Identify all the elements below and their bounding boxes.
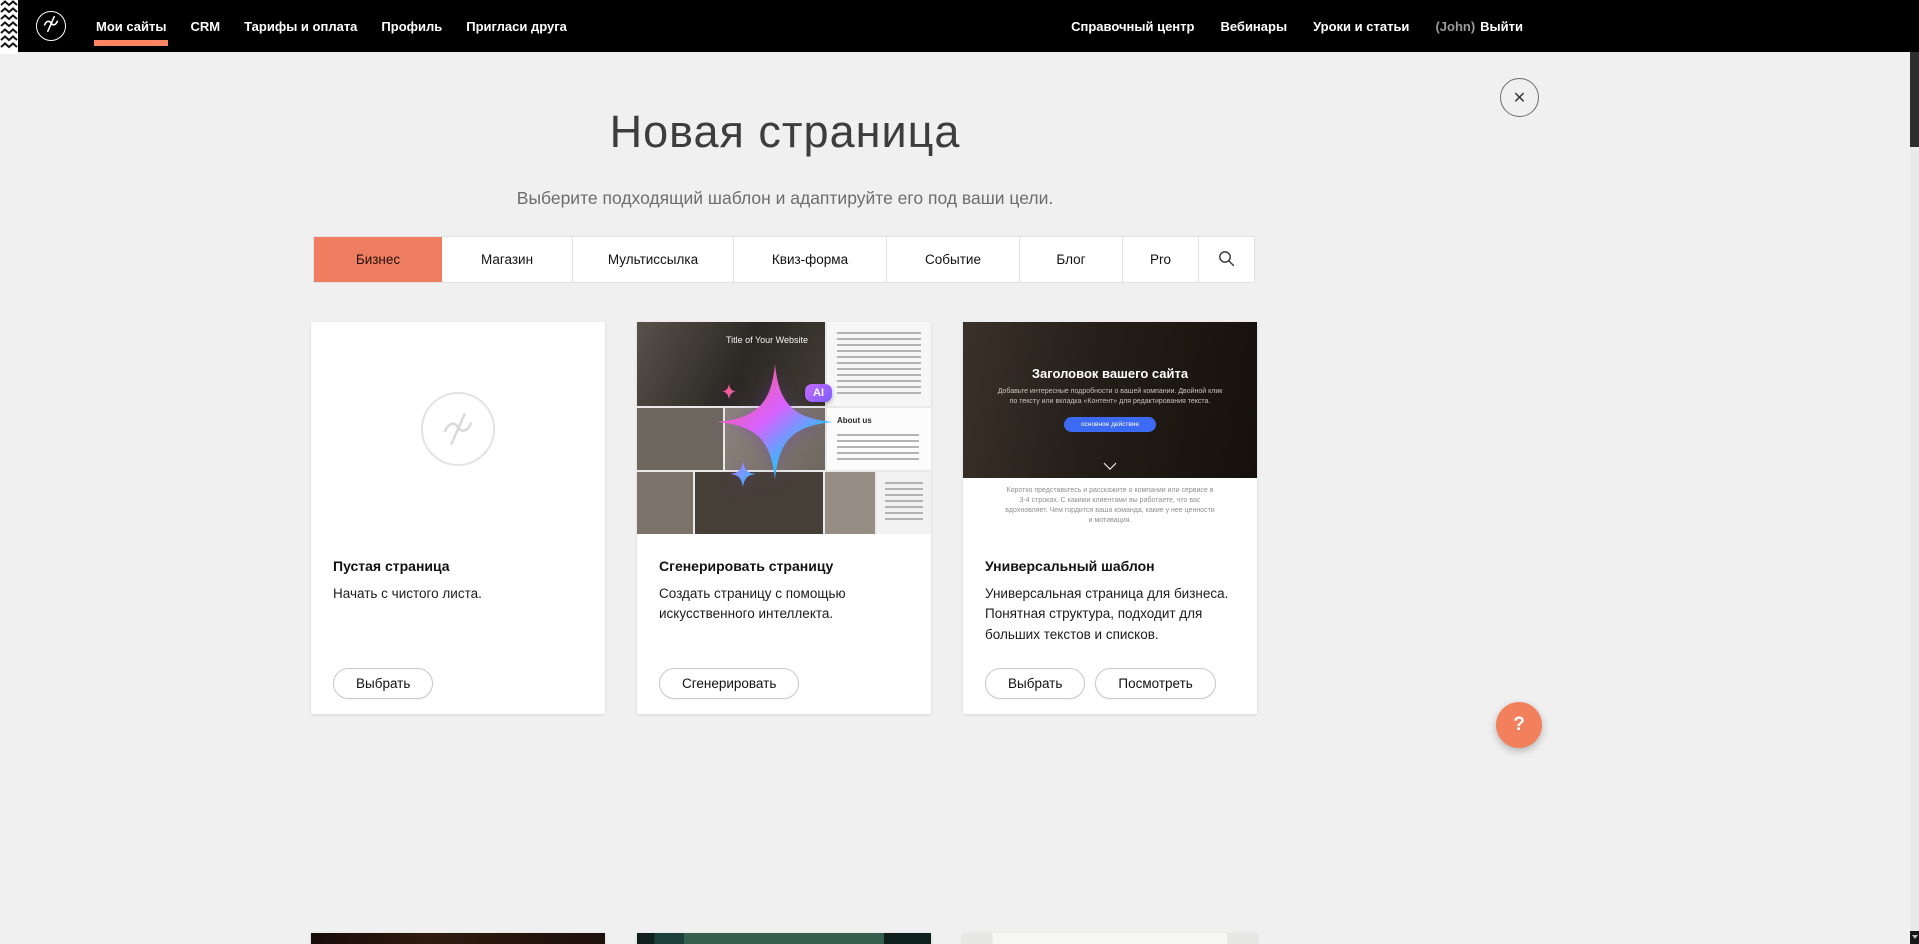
template-paragraph: Коротко представьтесь и расскажите о ком… [1003, 478, 1217, 527]
tilda-logo[interactable] [36, 11, 66, 41]
template-cta-button: основное действие [1064, 417, 1156, 432]
card-description: Начать с чистого листа. [333, 584, 583, 604]
tab-search[interactable] [1199, 237, 1254, 282]
card-actions: Выбрать Посмотреть [985, 668, 1216, 699]
card-actions: Выбрать [333, 668, 433, 699]
partial-template-card[interactable] [963, 933, 1257, 944]
tab-quiz-form[interactable]: Квиз-форма [734, 237, 887, 282]
close-icon: ✕ [1513, 88, 1526, 108]
tab-multilink[interactable]: Мультиссылка [573, 237, 734, 282]
template-grid: Пустая страница Начать с чистого листа. … [311, 322, 1257, 714]
ai-preview-image: About us Title of Your Website [637, 322, 931, 534]
scrollbar-thumb[interactable] [1910, 52, 1919, 147]
nav-webinars[interactable]: Вебинары [1220, 19, 1287, 34]
template-hero-title: Заголовок вашего сайта [963, 322, 1257, 381]
partial-template-card[interactable] [637, 933, 931, 944]
user-name: (John) [1435, 19, 1475, 34]
template-hero-subtitle: Добавьте интересные подробности о вашей … [996, 387, 1224, 407]
collage-text-panel [877, 472, 931, 534]
nav-lessons[interactable]: Уроки и статьи [1313, 19, 1409, 34]
card-description: Создать страницу с помощью искусственног… [659, 584, 909, 625]
secondary-nav: Справочный центр Вебинары Уроки и статьи… [1071, 0, 1523, 52]
choose-button[interactable]: Выбрать [985, 668, 1085, 699]
nav-crm[interactable]: CRM [178, 0, 232, 52]
view-button[interactable]: Посмотреть [1095, 668, 1215, 699]
close-button[interactable]: ✕ [1500, 78, 1539, 117]
nav-profile[interactable]: Профиль [369, 0, 454, 52]
tilda-pattern-decoration [0, 0, 18, 54]
card-title: Универсальный шаблон [985, 558, 1235, 574]
card-description: Универсальная страница для бизнеса. Поня… [985, 584, 1235, 645]
ai-sparkle-icon [695, 342, 855, 502]
card-title: Пустая страница [333, 558, 583, 574]
page-scrollbar [1910, 52, 1919, 944]
template-grid-row-2 [311, 933, 1257, 944]
collage-photo [637, 472, 693, 534]
nav-my-sites[interactable]: Мои сайты [84, 0, 178, 52]
chevron-down-icon [1104, 457, 1117, 470]
tab-business[interactable]: Бизнес [314, 237, 442, 282]
nav-pricing[interactable]: Тарифы и оплата [232, 0, 369, 52]
choose-button[interactable]: Выбрать [333, 668, 433, 699]
page-title: Новая страница [0, 106, 1570, 158]
template-body-section: Коротко представьтесь и расскажите о ком… [963, 478, 1257, 534]
card-universal-template: Заголовок вашего сайта Добавьте интересн… [963, 322, 1257, 714]
primary-nav: Мои сайты CRM Тарифы и оплата Профиль Пр… [84, 0, 579, 52]
top-nav: Мои сайты CRM Тарифы и оплата Профиль Пр… [0, 0, 1919, 52]
tab-blog[interactable]: Блог [1020, 237, 1123, 282]
nav-invite-friend[interactable]: Пригласи друга [454, 0, 579, 52]
logout-label: Выйти [1480, 19, 1523, 34]
tab-pro[interactable]: Pro [1123, 237, 1199, 282]
card-title: Сгенерировать страницу [659, 558, 909, 574]
ai-badge: AI [805, 384, 832, 402]
template-hero: Заголовок вашего сайта Добавьте интересн… [963, 322, 1257, 478]
template-category-tabs: Бизнес Магазин Мультиссылка Квиз-форма С… [313, 236, 1255, 283]
app-viewport: Мои сайты CRM Тарифы и оплата Профиль Пр… [0, 0, 1919, 944]
card-actions: Сгенерировать [659, 668, 799, 699]
page-subtitle: Выберите подходящий шаблон и адаптируйте… [0, 188, 1570, 209]
card-ai-generate: About us Title of Your Website [637, 322, 931, 714]
partial-template-card[interactable] [311, 933, 605, 944]
search-icon [1218, 250, 1235, 270]
tilda-watermark-icon [421, 392, 495, 466]
tab-event[interactable]: Событие [887, 237, 1020, 282]
tab-store[interactable]: Магазин [442, 237, 573, 282]
nav-help-center[interactable]: Справочный центр [1071, 19, 1194, 34]
tilda-logo-icon [40, 13, 62, 40]
scrollbar-down-arrow[interactable] [1910, 931, 1919, 944]
help-button[interactable]: ? [1496, 702, 1542, 748]
generate-button[interactable]: Сгенерировать [659, 668, 799, 699]
card-blank-page: Пустая страница Начать с чистого листа. … [311, 322, 605, 714]
question-icon: ? [1513, 714, 1525, 736]
template-preview-image: Заголовок вашего сайта Добавьте интересн… [963, 322, 1257, 534]
nav-logout[interactable]: (John) Выйти [1435, 19, 1523, 34]
